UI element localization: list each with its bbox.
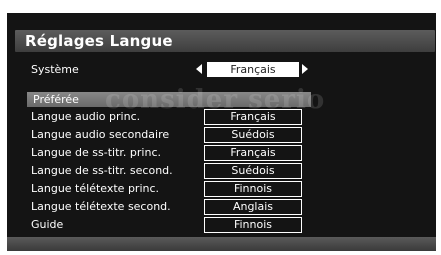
setting-label: Guide [31,218,64,231]
setting-label: Langue télétexte princ. [31,182,160,195]
setting-label: Langue audio princ. [31,110,141,123]
setting-row-teletext-primary[interactable]: Langue télétexte princ. Finnois [7,181,436,197]
setting-value[interactable]: Finnois [204,217,302,233]
setting-value[interactable]: Français [204,145,302,161]
system-label: Système [31,63,79,76]
arrow-left-icon[interactable] [196,64,202,74]
arrow-right-icon[interactable] [302,64,308,74]
section-header-label: Préférée [33,93,79,106]
setting-label: Langue audio secondaire [31,128,170,141]
setting-row-subtitle-primary[interactable]: Langue de ss-titr. princ. Français [7,145,436,161]
setting-label: Langue télétexte second. [31,200,171,213]
setting-row-guide[interactable]: Guide Finnois [7,217,436,233]
tv-menu-screen: Réglages Langue Système Français conside… [7,13,436,251]
setting-label: Langue de ss-titr. second. [31,164,173,177]
setting-value[interactable]: Français [204,109,302,125]
system-language-select[interactable]: Français [207,62,299,77]
bottom-bar [7,237,436,251]
setting-row-subtitle-secondary[interactable]: Langue de ss-titr. second. Suédois [7,163,436,179]
setting-row-teletext-secondary[interactable]: Langue télétexte second. Anglais [7,199,436,215]
setting-row-audio-primary[interactable]: Langue audio princ. Français [7,109,436,125]
setting-value[interactable]: Suédois [204,163,302,179]
menu-title: Réglages Langue [25,32,173,50]
setting-value[interactable]: Finnois [204,181,302,197]
setting-value[interactable]: Anglais [204,199,302,215]
setting-label: Langue de ss-titr. princ. [31,146,162,159]
setting-value[interactable]: Suédois [204,127,302,143]
setting-row-audio-secondary[interactable]: Langue audio secondaire Suédois [7,127,436,143]
